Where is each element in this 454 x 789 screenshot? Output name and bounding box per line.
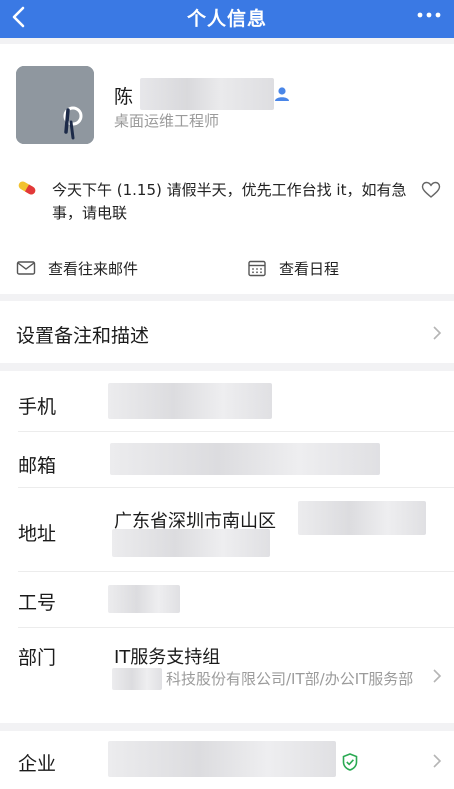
chevron-right-icon: [433, 326, 442, 340]
name-redaction: [140, 78, 274, 110]
avatar-image: [16, 66, 94, 144]
mail-icon: [16, 261, 36, 275]
department-path: 科技股份有限公司/IT部/办公IT服务部: [166, 670, 414, 688]
person-icon: [275, 87, 289, 101]
page-title: 个人信息: [186, 8, 267, 30]
divider: [18, 487, 454, 488]
nav-bar: 个人信息: [0, 0, 454, 38]
department-label: 部门: [18, 647, 57, 669]
phone-value-redacted[interactable]: [108, 383, 272, 419]
more-icon[interactable]: [414, 7, 444, 23]
email-label: 邮箱: [18, 455, 57, 477]
company-value-redacted: [108, 741, 336, 777]
divider: [18, 571, 454, 572]
view-emails-label: 查看往来邮件: [48, 259, 139, 278]
view-schedule-label: 查看日程: [279, 259, 340, 278]
calendar-icon: [248, 260, 266, 277]
heart-icon[interactable]: [421, 181, 441, 199]
employee-id-redacted[interactable]: [108, 585, 180, 613]
divider: [18, 431, 454, 432]
company-row[interactable]: 企业: [0, 731, 454, 789]
contact-name: 陈: [114, 86, 134, 108]
email-value-redacted[interactable]: [110, 443, 380, 475]
view-emails-button[interactable]: 查看往来邮件: [16, 257, 138, 279]
address-redacted-1: [298, 501, 426, 535]
address-redacted-2: [112, 529, 270, 557]
address-label: 地址: [18, 523, 57, 545]
employee-id-label: 工号: [18, 592, 57, 614]
pill-icon: [18, 181, 36, 195]
avatar[interactable]: [16, 66, 94, 144]
set-remark-label: 设置备注和描述: [16, 325, 150, 347]
details-card: 手机 邮箱 地址 广东省深圳市南山区 工号 部门 IT服务支持组 科技股份有限公…: [0, 371, 454, 723]
status-message: 今天下午 (1.15) 请假半天，优先工作台找 it，如有急事，请电联: [52, 181, 407, 222]
profile-card: 陈 桌面运维工程师 今天下午 (1.15) 请假半天，优先工作台找 it，如有急…: [0, 44, 454, 294]
view-schedule-button[interactable]: 查看日程: [247, 257, 339, 279]
verified-shield-icon: [342, 753, 358, 771]
set-remark-row[interactable]: 设置备注和描述: [0, 301, 454, 363]
chevron-right-icon: [433, 754, 442, 768]
department-value[interactable]: IT服务支持组: [114, 643, 220, 669]
phone-label: 手机: [18, 396, 57, 418]
company-label: 企业: [18, 753, 57, 775]
job-title: 桌面运维工程师: [114, 112, 220, 130]
divider: [18, 627, 454, 628]
chevron-right-icon: [433, 669, 442, 683]
